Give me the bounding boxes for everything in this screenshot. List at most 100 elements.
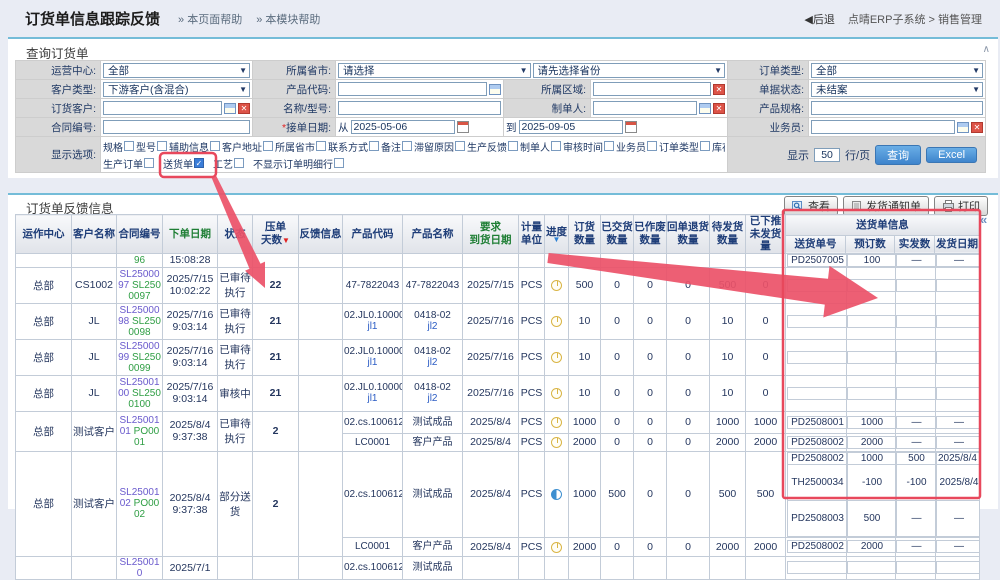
order-cust-input[interactable]	[103, 101, 222, 115]
display-option[interactable]: 订单类型	[659, 139, 710, 154]
display-option[interactable]: 送货单✓	[163, 156, 204, 171]
col-ship-date[interactable]: 发货日期	[935, 235, 980, 253]
checkbox-icon[interactable]	[604, 141, 614, 151]
op-center-select[interactable]: 全部▼	[103, 63, 250, 78]
checkbox-icon[interactable]	[263, 141, 273, 151]
clear-icon[interactable]: ✕	[713, 84, 725, 95]
display-option[interactable]: 生产订单	[103, 156, 154, 171]
col-booked-qty[interactable]: 预订数	[846, 235, 895, 253]
checkbox-icon[interactable]	[144, 158, 154, 168]
display-option[interactable]: 滞留原因	[414, 139, 465, 154]
maker-input[interactable]	[593, 101, 697, 115]
display-option[interactable]: 库存信息	[712, 139, 725, 154]
display-option[interactable]: 制单人	[520, 139, 561, 154]
col-voided-qty[interactable]: 已作废 数量	[634, 215, 667, 254]
col-order-date[interactable]: 下单日期	[163, 215, 218, 254]
col-progress[interactable]: 进度▼	[545, 215, 569, 254]
checkbox-icon[interactable]	[455, 141, 465, 151]
table-row[interactable]: 9615:08:28PD2507005100——	[16, 253, 980, 267]
col-customer-name[interactable]: 客户名称	[72, 215, 117, 254]
province-select[interactable]: 请选择▼	[338, 63, 531, 78]
expand-columns-icon[interactable]: «	[980, 212, 987, 227]
col-pending-days[interactable]: 压单 天数▼	[253, 215, 299, 254]
clear-icon[interactable]: ✕	[971, 122, 983, 133]
col-delivery-no[interactable]: 送货单号	[786, 235, 846, 253]
date-to-input[interactable]	[519, 120, 623, 134]
cust-type-select[interactable]: 下游客户(含混合)▼	[103, 82, 250, 97]
checkbox-icon[interactable]	[369, 141, 379, 151]
checkbox-icon[interactable]	[334, 158, 344, 168]
prod-code-input[interactable]	[338, 82, 487, 96]
col-actual-qty[interactable]: 实发数	[895, 235, 935, 253]
excel-button[interactable]: Excel	[926, 147, 977, 163]
breadcrumb[interactable]: 点晴ERP子系统 > 销售管理	[848, 11, 982, 27]
calendar-icon[interactable]	[457, 121, 469, 133]
col-operation-center[interactable]: 运作中心	[16, 215, 72, 254]
checkbox-icon[interactable]	[157, 141, 167, 151]
checkbox-icon[interactable]	[700, 141, 710, 151]
checkbox-icon[interactable]	[316, 141, 326, 151]
delivery-notice-button[interactable]: 发货通知单	[843, 196, 929, 216]
region-input[interactable]	[593, 82, 711, 96]
display-option[interactable]: 工艺	[213, 156, 244, 171]
display-option[interactable]: 辅助信息	[169, 139, 220, 154]
picker-icon[interactable]	[489, 84, 501, 95]
display-option[interactable]: 联系方式	[328, 139, 379, 154]
display-option[interactable]: 不显示订单明细行	[253, 156, 344, 171]
col-to-ship-qty[interactable]: 待发货 数量	[710, 215, 746, 254]
checkbox-icon[interactable]	[551, 141, 561, 151]
date-from-input[interactable]	[351, 120, 455, 134]
checkbox-icon[interactable]	[234, 158, 244, 168]
display-option[interactable]: 规格	[103, 139, 134, 154]
display-option[interactable]: 客户地址	[222, 139, 273, 154]
checkbox-icon[interactable]	[508, 141, 518, 151]
display-option[interactable]: 所属省市	[275, 139, 326, 154]
checkbox-icon[interactable]: ✓	[194, 158, 204, 168]
clear-icon[interactable]: ✕	[713, 103, 725, 114]
picker-icon[interactable]	[957, 122, 969, 133]
table-row[interactable]: 总部测试客户SL2500102 PO00022025/8/4 9:37:38部分…	[16, 451, 980, 537]
display-option[interactable]: 生产反馈	[467, 139, 518, 154]
table-row[interactable]: 总部JLSL2500100 SL25001002025/7/16 9:03:14…	[16, 375, 980, 411]
calendar-icon[interactable]	[625, 121, 637, 133]
col-required-date[interactable]: 要求 到货日期	[463, 215, 519, 254]
picker-icon[interactable]	[224, 103, 236, 114]
col-feedback-info[interactable]: 反馈信息	[299, 215, 343, 254]
col-unit[interactable]: 计量 单位	[519, 215, 545, 254]
table-row[interactable]: 总部JLSL2500099 SL25000992025/7/16 9:03:14…	[16, 339, 980, 375]
col-return-qty[interactable]: 回单退货 数量	[667, 215, 710, 254]
checkbox-icon[interactable]	[402, 141, 412, 151]
display-option[interactable]: 业务员	[616, 139, 657, 154]
col-product-code[interactable]: 产品代码	[343, 215, 403, 254]
page-help-link[interactable]: » 本页面帮助	[178, 11, 242, 27]
query-button[interactable]: 查询	[875, 145, 921, 165]
table-row[interactable]: 总部CS1002SL2500097 SL25000972025/7/15 10:…	[16, 267, 980, 303]
col-pushed-unshipped-qty[interactable]: 已下推 未发货量	[746, 215, 786, 254]
name-model-input[interactable]	[338, 101, 501, 115]
module-help-link[interactable]: » 本模块帮助	[256, 11, 320, 27]
checkbox-icon[interactable]	[124, 141, 134, 151]
order-type-select[interactable]: 全部▼	[811, 63, 983, 78]
table-row[interactable]: 总部测试客户SL2500101 PO00012025/8/4 9:37:38已审…	[16, 411, 980, 433]
checkbox-icon[interactable]	[210, 141, 220, 151]
display-option[interactable]: 型号	[136, 139, 167, 154]
panel-collapse-icon[interactable]: ∧	[983, 44, 990, 55]
col-contract-no[interactable]: 合同编号	[117, 215, 163, 254]
salesman-input[interactable]	[811, 120, 955, 134]
clear-icon[interactable]: ✕	[238, 103, 250, 114]
checkbox-icon[interactable]	[647, 141, 657, 151]
view-button[interactable]: 查看	[784, 196, 838, 216]
page-size-input[interactable]	[814, 148, 840, 162]
display-option[interactable]: 审核时间	[563, 139, 614, 154]
doc-status-select[interactable]: 未结案▼	[811, 82, 983, 97]
contract-input[interactable]	[103, 120, 250, 134]
prod-spec-input[interactable]	[811, 101, 983, 115]
col-status[interactable]: 状态	[218, 215, 253, 254]
col-order-qty[interactable]: 订货 数量	[569, 215, 601, 254]
city-select[interactable]: 请先选择省份▼	[533, 63, 726, 78]
picker-icon[interactable]	[699, 103, 711, 114]
table-row[interactable]: SL250010 2025/7/102.cs.1006120测试成品	[16, 556, 980, 579]
col-delivered-qty[interactable]: 已交货 数量	[601, 215, 634, 254]
col-product-name[interactable]: 产品名称	[403, 215, 463, 254]
back-button[interactable]: ◀后退	[804, 11, 834, 27]
